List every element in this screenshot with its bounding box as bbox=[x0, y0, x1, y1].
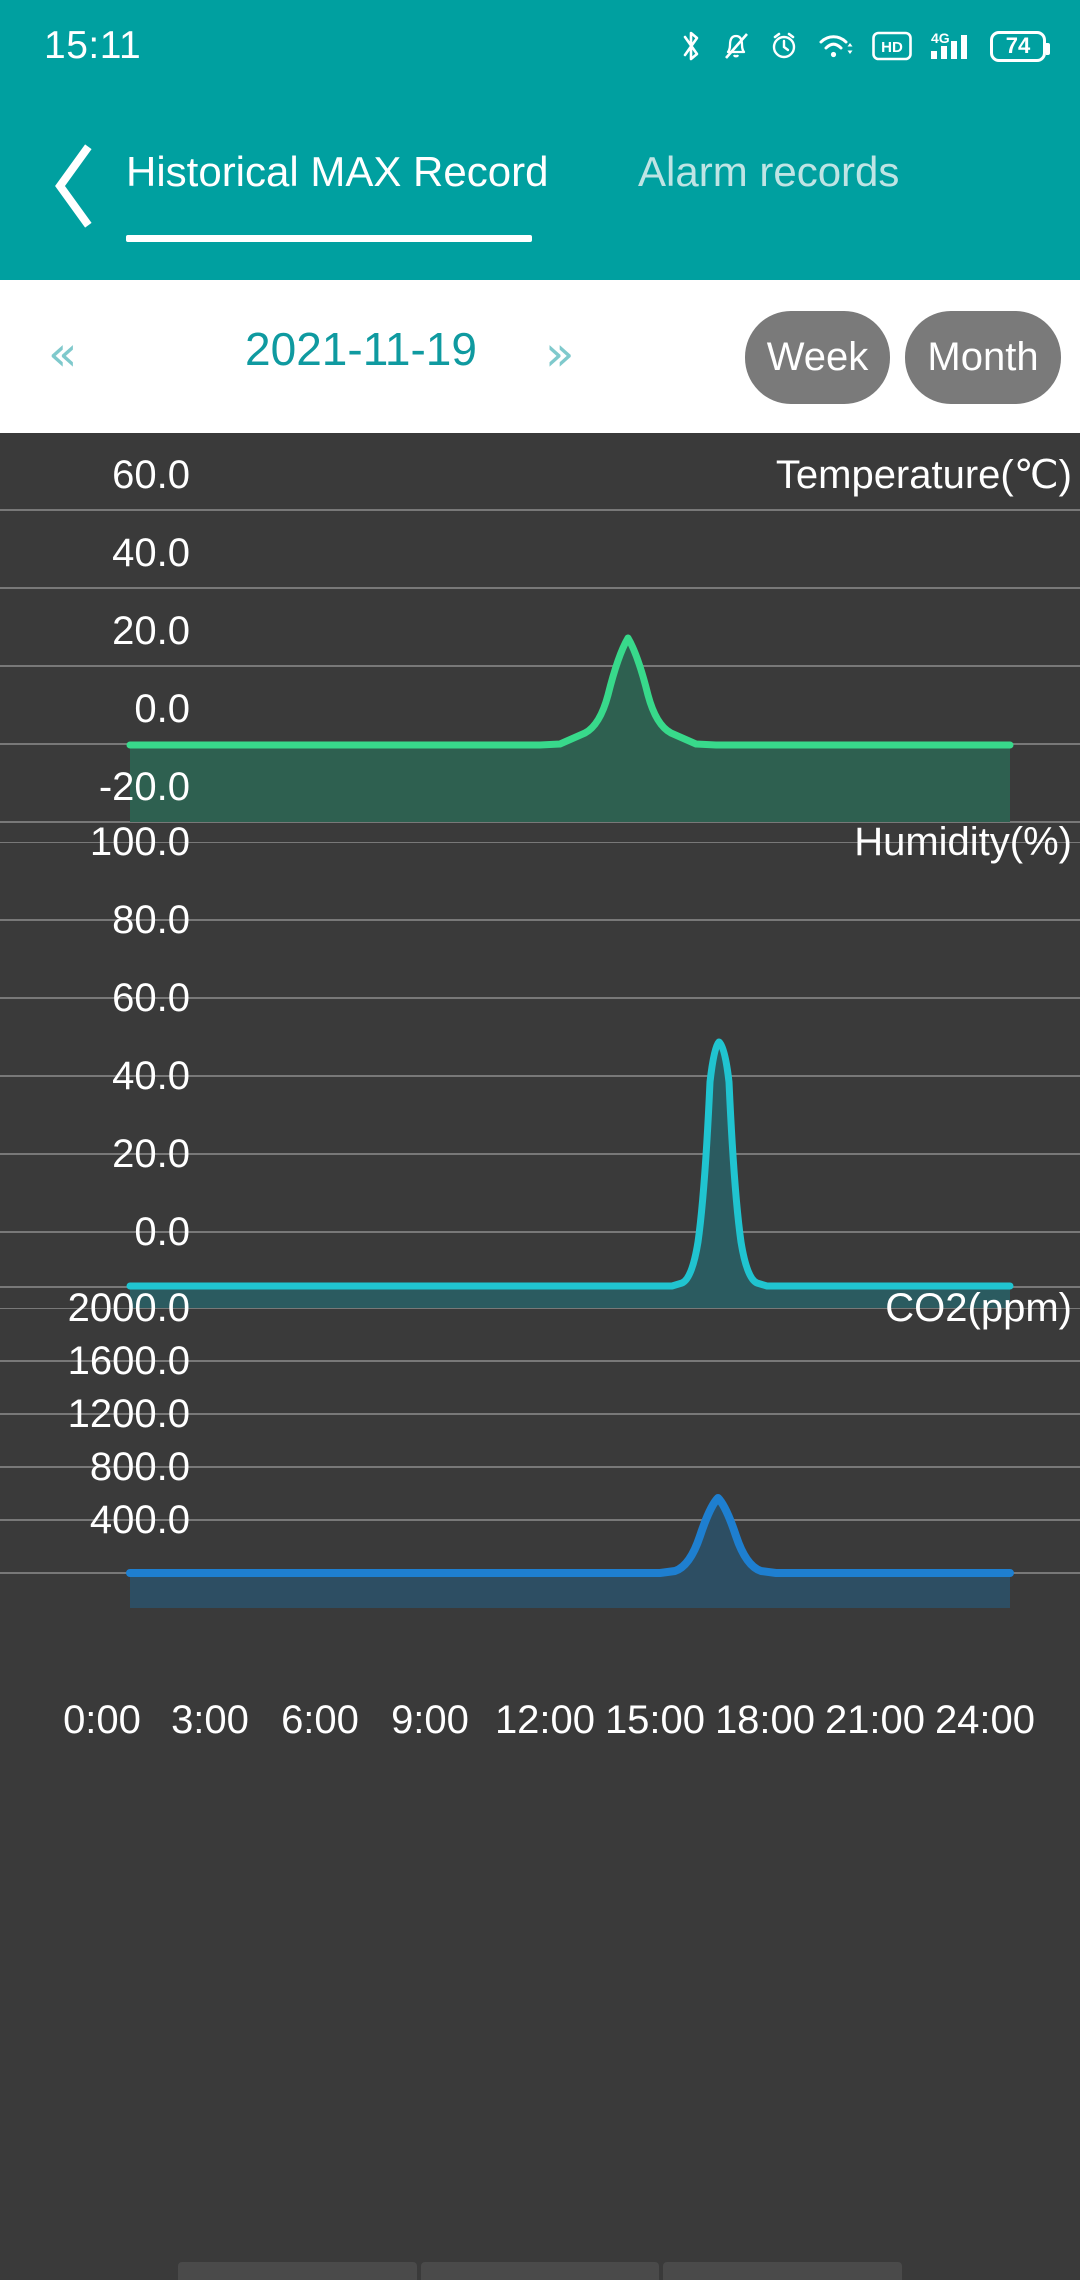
charts-container: 60.0 40.0 20.0 0.0 -20.0 Temperature(℃) bbox=[0, 433, 1080, 1723]
humidity-line bbox=[126, 1038, 1014, 1290]
tab-alarm-records[interactable]: Alarm records bbox=[638, 92, 899, 252]
humidity-area bbox=[130, 1042, 1010, 1308]
app-bar: Historical MAX Record Alarm records bbox=[0, 92, 1080, 280]
humidity-chart[interactable]: 100.0 80.0 60.0 40.0 20.0 0.0 Humidity(%… bbox=[0, 822, 1080, 1308]
date-navigation-bar: « 2021-11-19 » Week Month bbox=[0, 280, 1080, 433]
x-tick-8: 24:00 bbox=[934, 1698, 1036, 1742]
temperature-ytick-2: 20.0 bbox=[112, 609, 190, 653]
bluetooth-icon bbox=[683, 31, 699, 61]
temperature-ytick-0: 60.0 bbox=[112, 453, 190, 497]
temperature-chart[interactable]: 60.0 40.0 20.0 0.0 -20.0 Temperature(℃) bbox=[0, 433, 1080, 842]
co2-ytick-4: 400.0 bbox=[89, 1498, 190, 1542]
nav-segment-back[interactable] bbox=[178, 2262, 417, 2280]
double-chevron-left-icon[interactable]: « bbox=[48, 330, 77, 378]
x-tick-1: 3:00 bbox=[171, 1698, 249, 1742]
humidity-series-title: Humidity(%) bbox=[854, 820, 1072, 864]
humidity-ytick-2: 60.0 bbox=[112, 976, 190, 1020]
battery-level: 74 bbox=[1005, 33, 1031, 58]
status-bar: 15:11 HD 4G 74 bbox=[0, 0, 1080, 92]
temperature-ytick-3: 0.0 bbox=[134, 687, 190, 731]
nav-segment-home[interactable] bbox=[420, 2262, 660, 2280]
temperature-series-title: Temperature(℃) bbox=[775, 453, 1072, 497]
bell-muted-icon bbox=[725, 33, 748, 59]
status-time: 15:11 bbox=[44, 24, 142, 67]
month-button-label: Month bbox=[927, 335, 1039, 379]
co2-chart[interactable]: 2000.0 1600.0 1200.0 800.0 400.0 CO2(ppm… bbox=[0, 1288, 1080, 1698]
tab-active-indicator bbox=[126, 235, 532, 242]
humidity-ytick-4: 20.0 bbox=[112, 1132, 190, 1176]
co2-ytick-1: 1600.0 bbox=[67, 1339, 190, 1383]
wifi-icon bbox=[819, 35, 853, 58]
tab-historical-max-record-label: Historical MAX Record bbox=[126, 148, 549, 195]
co2-line bbox=[126, 1494, 1014, 1577]
humidity-ytick-1: 80.0 bbox=[112, 898, 190, 942]
co2-ytick-3: 800.0 bbox=[89, 1445, 190, 1489]
humidity-ytick-5: 0.0 bbox=[134, 1210, 190, 1254]
alarm-clock-icon bbox=[772, 32, 796, 59]
x-tick-0: 0:00 bbox=[63, 1698, 141, 1742]
temperature-line bbox=[126, 634, 1014, 749]
status-icons: HD 4G 74 bbox=[678, 29, 1050, 63]
humidity-ytick-3: 40.0 bbox=[112, 1054, 190, 1098]
hd-icon: HD bbox=[872, 31, 912, 61]
co2-ytick-2: 1200.0 bbox=[67, 1392, 190, 1436]
co2-ytick-0: 2000.0 bbox=[67, 1286, 190, 1330]
system-navigation-bar bbox=[0, 2262, 1080, 2280]
month-button[interactable]: Month bbox=[905, 311, 1061, 404]
tab-bar: Historical MAX Record Alarm records bbox=[0, 92, 1080, 280]
week-button[interactable]: Week bbox=[745, 311, 890, 404]
signal-4g-icon: 4G bbox=[931, 30, 967, 59]
temperature-ytick-1: 40.0 bbox=[112, 531, 190, 575]
nav-segment-recents[interactable] bbox=[663, 2262, 903, 2280]
tab-historical-max-record[interactable]: Historical MAX Record bbox=[126, 92, 548, 252]
humidity-ytick-0: 100.0 bbox=[89, 820, 190, 864]
double-chevron-right-icon[interactable]: » bbox=[545, 330, 574, 378]
co2-series-title: CO2(ppm) bbox=[885, 1286, 1072, 1330]
svg-text:HD: HD bbox=[881, 39, 903, 56]
tab-alarm-records-label: Alarm records bbox=[638, 148, 900, 195]
co2-area bbox=[130, 1498, 1010, 1608]
temperature-ytick-4: -20.0 bbox=[98, 765, 190, 809]
svg-text:4G: 4G bbox=[931, 30, 950, 46]
week-button-label: Week bbox=[766, 335, 869, 379]
battery-icon: 74 bbox=[990, 30, 1050, 62]
app-screen: 15:11 HD 4G 74 Historical MAX Record Ala… bbox=[0, 0, 1080, 2280]
x-axis: 0:00 3:00 6:00 9:00 12:00 15:00 18:00 21… bbox=[0, 1700, 1080, 1762]
x-tick-2: 6:00 bbox=[281, 1698, 359, 1742]
selected-date[interactable]: 2021-11-19 bbox=[196, 322, 526, 376]
